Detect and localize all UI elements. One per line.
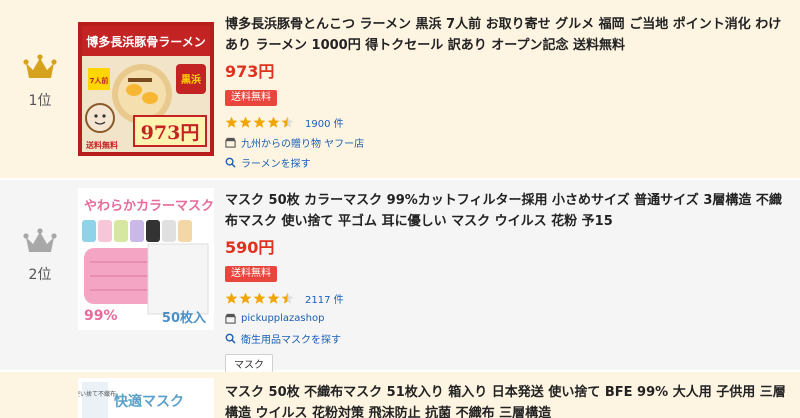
product-title[interactable]: 博多長浜豚骨とんこつ ラーメン 黒浜 7人前 お取り寄せ グルメ 福岡 ご当地 …	[225, 14, 792, 56]
search-category-link[interactable]: ラーメンを探す	[225, 155, 792, 170]
ranking-item-3[interactable]: 使い捨て不織布 快適マスク マスク 50枚 不織布マスク 51枚入り 箱入り 日…	[0, 372, 800, 418]
gold-crown-icon	[23, 54, 57, 78]
product-info: マスク 50枚 不織布マスク 51枚入り 箱入り 日本発送 使い捨て BFE 9…	[225, 382, 792, 418]
thumb-heading: やわらかカラーマスク	[84, 199, 214, 214]
thumb-shipping: 送料無料	[85, 140, 118, 150]
thumb-heading: 快適マスク	[114, 393, 184, 410]
product-info: マスク 50枚 カラーマスク 99%カットフィルター採用 小さめサイズ 普通サイ…	[225, 190, 792, 373]
shop-name: 九州からの贈り物 ヤフー店	[241, 139, 365, 150]
star-icon	[253, 116, 266, 128]
product-title[interactable]: マスク 50枚 カラーマスク 99%カットフィルター採用 小さめサイズ 普通サイ…	[225, 190, 792, 232]
silver-crown-icon	[23, 228, 57, 252]
search-icon	[225, 333, 236, 344]
shop-link[interactable]: 九州からの贈り物 ヤフー店	[225, 135, 792, 150]
product-image[interactable]: 使い捨て不織布 快適マスク	[78, 378, 214, 418]
half-star-icon	[281, 116, 294, 128]
review-count-link[interactable]: 2117 件	[305, 291, 344, 306]
free-shipping-badge: 送料無料	[225, 90, 277, 106]
rank-2: 2位	[0, 228, 80, 284]
review-count-link[interactable]: 1900 件	[305, 115, 344, 130]
store-icon	[225, 137, 236, 148]
product-info: 博多長浜豚骨とんこつ ラーメン 黒浜 7人前 お取り寄せ グルメ 福岡 ご当地 …	[225, 14, 792, 170]
half-star-icon	[281, 292, 294, 304]
shop-link[interactable]: pickupplazashop	[225, 311, 792, 326]
rank-label: 2位	[28, 267, 52, 283]
star-icon	[239, 292, 252, 304]
search-link-label: ラーメンを探す	[241, 159, 311, 170]
rating: 2117 件	[225, 290, 792, 306]
star-icon	[267, 292, 280, 304]
rank-1: 1位	[0, 54, 80, 110]
product-image[interactable]: やわらかカラーマスク 99% 50枚入	[78, 188, 214, 330]
star-icon	[239, 116, 252, 128]
thumb-percent: 99%	[84, 308, 118, 324]
product-price: 590円	[225, 238, 275, 257]
rank-label: 1位	[28, 93, 52, 109]
category-tag[interactable]: マスク	[225, 354, 273, 373]
thumb-servings: 7人前	[90, 76, 109, 85]
store-icon	[225, 313, 236, 324]
star-rating	[225, 116, 295, 129]
shop-name: pickupplazashop	[241, 313, 325, 324]
star-rating	[225, 292, 295, 305]
free-shipping-badge: 送料無料	[225, 266, 277, 282]
search-link-label: 衛生用品マスクを探す	[241, 335, 341, 346]
product-title[interactable]: マスク 50枚 不織布マスク 51枚入り 箱入り 日本発送 使い捨て BFE 9…	[225, 382, 792, 418]
star-icon	[225, 292, 238, 304]
star-icon	[267, 116, 280, 128]
rating: 1900 件	[225, 114, 792, 130]
search-category-link[interactable]: 衛生用品マスクを探す	[225, 331, 792, 346]
search-icon	[225, 157, 236, 168]
product-price: 973円	[225, 62, 275, 81]
product-image[interactable]: 博多長浜豚骨ラーメン 7人前 黒浜 973円 送料無料	[78, 22, 214, 156]
thumb-banner-text: 博多長浜豚骨ラーメン	[86, 34, 206, 49]
thumb-side-text: 使い捨て不織布	[78, 390, 116, 398]
star-icon	[225, 116, 238, 128]
thumb-price: 973円	[141, 122, 200, 144]
ranking-item-2[interactable]: 2位 やわらかカラーマスク 99% 50枚入 マスク 50枚 カラーマスク 99…	[0, 180, 800, 373]
thumb-label: 黒浜	[181, 73, 201, 86]
star-icon	[253, 292, 266, 304]
thumb-count: 50枚入	[162, 310, 206, 326]
ranking-item-1[interactable]: 1位 博多長浜豚骨ラーメン 7人前 黒浜 973円 送料無料 博多長浜豚骨とんこ…	[0, 0, 800, 178]
